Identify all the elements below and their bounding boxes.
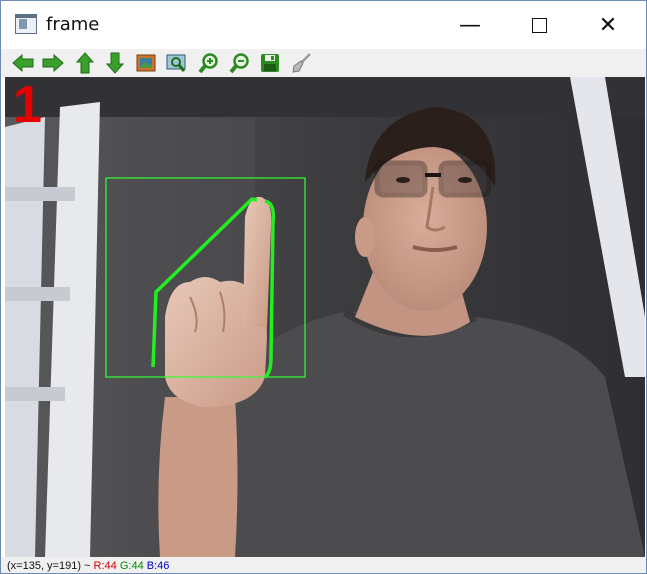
prediction-digit: 1 (13, 77, 42, 134)
maximize-button[interactable] (516, 1, 562, 49)
zoom-region-button[interactable] (165, 51, 189, 75)
zoom-region-icon (166, 54, 186, 72)
maximize-icon (531, 17, 547, 33)
arrow-right-icon (42, 54, 64, 72)
minimize-button[interactable]: — (447, 1, 493, 49)
pan-right-button[interactable] (41, 51, 65, 75)
zoom-in-icon (198, 53, 218, 74)
app-icon[interactable] (15, 14, 37, 34)
pan-down-button[interactable] (103, 51, 127, 75)
arrow-left-icon (12, 54, 34, 72)
camera-frame[interactable]: 1 (5, 77, 645, 557)
arrow-up-icon (76, 52, 94, 74)
save-icon (261, 54, 279, 72)
pixel-red: R:44 (93, 560, 117, 572)
zoom-to-fit-button[interactable] (134, 51, 158, 75)
cursor-coords: (x=135, y=191) ~ (7, 560, 94, 572)
minimize-icon: — (459, 12, 481, 38)
title-bar[interactable]: frame — ✕ (1, 1, 646, 49)
window-title: frame (46, 14, 100, 35)
zoom-in-button[interactable] (197, 51, 221, 75)
pixel-green: G:44 (119, 560, 144, 572)
pan-up-button[interactable] (73, 51, 97, 75)
opencv-window: frame — ✕ 1 (x=135, y=191) ~ R:44 G:44 B… (0, 0, 647, 574)
save-button[interactable] (258, 51, 282, 75)
brush-icon (292, 53, 311, 73)
zoom-out-button[interactable] (228, 51, 252, 75)
zoom-out-icon (229, 53, 249, 74)
status-bar: (x=135, y=191) ~ R:44 G:44 B:46 (1, 557, 646, 573)
webcam-image (5, 77, 645, 557)
pan-left-button[interactable] (11, 51, 35, 75)
pixel-blue: B:46 (146, 560, 170, 572)
image-icon (136, 54, 156, 72)
close-button[interactable]: ✕ (585, 1, 631, 49)
toolbar (1, 49, 646, 77)
arrow-down-icon (106, 52, 124, 74)
properties-button[interactable] (289, 51, 313, 75)
close-icon: ✕ (598, 12, 618, 38)
